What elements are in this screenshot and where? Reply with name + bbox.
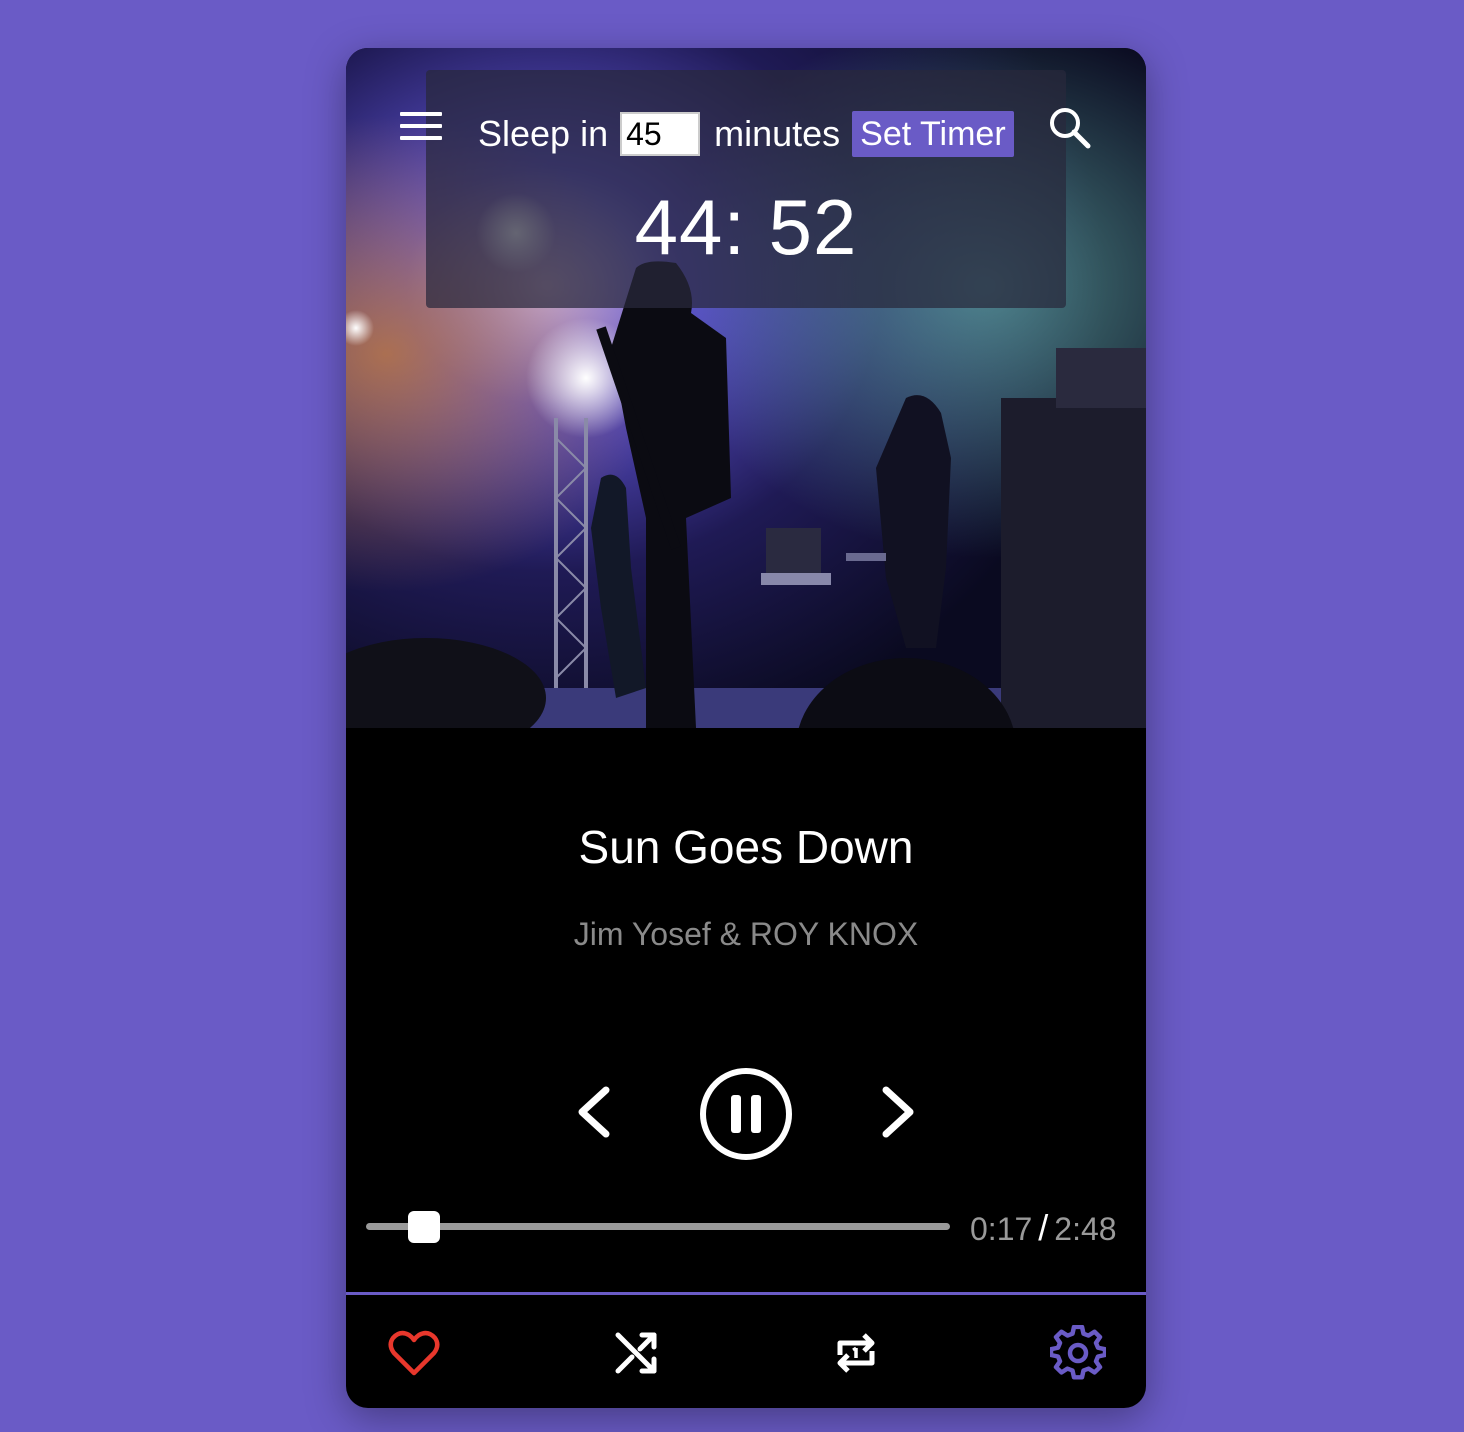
pause-button[interactable] [698,1066,794,1162]
favorite-button[interactable] [386,1325,442,1381]
bottom-action-bar [346,1295,1146,1408]
song-title: Sun Goes Down [578,821,914,873]
seek-thumb[interactable] [408,1211,441,1243]
album-cover: Sleep in minutes Set Timer 44: 52 [346,48,1146,728]
minutes-label: minutes [714,113,841,154]
elapsed-time: 0:17 [970,1211,1033,1247]
repeat-one-icon [837,1333,875,1373]
chevron-left-icon [578,1086,610,1138]
time-readout: 0:17/2:48 [970,1208,1117,1249]
time-separator: / [1038,1207,1049,1248]
heart-icon [388,1330,440,1376]
shuffle-icon [615,1332,657,1374]
seek-bar[interactable] [366,1211,950,1243]
artist-name: Jim Yosef & ROY KNOX [573,916,919,952]
pause-circle-icon [700,1068,792,1160]
sleep-timer-panel: Sleep in minutes Set Timer 44: 52 [426,70,1066,308]
next-track-button[interactable] [868,1084,924,1140]
settings-button[interactable] [1048,1324,1108,1381]
music-player-card: Sleep in minutes Set Timer 44: 52 Sun Go… [346,48,1146,1408]
seek-bar-row: 0:17/2:48 [366,1208,1126,1248]
total-duration: 2:48 [1054,1211,1117,1247]
previous-track-button[interactable] [568,1084,624,1140]
gear-icon [1048,1324,1108,1380]
set-timer-button[interactable]: Set Timer [852,111,1014,157]
sleep-countdown: 44: 52 [634,183,858,271]
shuffle-button[interactable] [608,1325,664,1381]
search-icon[interactable] [1046,104,1094,152]
chevron-right-icon [882,1086,914,1138]
sleep-timer-row: Sleep in minutes Set Timer [478,110,1014,158]
playback-controls [346,1066,1146,1186]
hamburger-menu-icon[interactable] [400,110,444,142]
repeat-button[interactable] [828,1325,884,1381]
sleep-minutes-input[interactable] [620,112,701,156]
sleep-in-label: Sleep in [478,113,609,154]
